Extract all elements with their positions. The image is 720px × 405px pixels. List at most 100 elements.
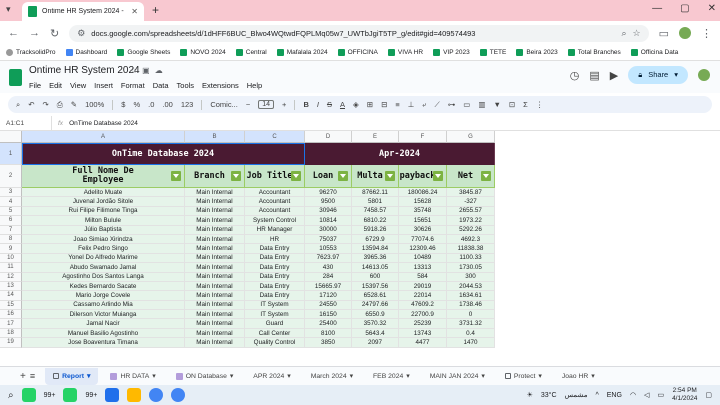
all-sheets-icon[interactable]: ≡ [30, 371, 35, 381]
bookmark-item[interactable]: TracksolidPro [6, 49, 56, 56]
cell-loan[interactable]: 24550 [305, 300, 352, 311]
row-header[interactable]: 2 [0, 165, 22, 188]
insert-comment-icon[interactable]: ▭ [463, 100, 470, 109]
row-header[interactable]: 8 [0, 234, 22, 245]
cell-branch[interactable]: Main Internal [185, 225, 245, 235]
row-header[interactable]: 14 [0, 291, 22, 301]
filter-dropdown-icon[interactable] [433, 171, 443, 181]
menu-edit[interactable]: Edit [49, 81, 62, 90]
filter-dropdown-icon[interactable] [338, 171, 348, 181]
chrome-icon[interactable] [149, 388, 164, 402]
bold-icon[interactable]: B [303, 100, 308, 109]
cell-loan[interactable]: 9500 [305, 197, 352, 207]
menu-data[interactable]: Data [153, 81, 169, 90]
filter-views-icon[interactable]: ⊡ [509, 100, 515, 109]
row-header[interactable]: 5 [0, 206, 22, 217]
filter-dropdown-icon[interactable] [171, 171, 181, 181]
filter-dropdown-icon[interactable] [291, 171, 301, 181]
cell-multa[interactable]: 87662.11 [352, 188, 399, 198]
cell-job-title[interactable]: Data Entry [245, 272, 305, 282]
cell-multa[interactable]: 6528.61 [352, 291, 399, 301]
sheets-logo-icon[interactable] [9, 69, 22, 86]
cell-full-name[interactable]: Milton Bulule [22, 216, 185, 226]
fill-color-icon[interactable]: ◈ [353, 100, 359, 109]
cell-payback[interactable]: 12309.46 [399, 244, 447, 254]
cell-full-name[interactable]: Mario Jorge Covele [22, 291, 185, 301]
share-button[interactable]: 🔒︎ Share ▾ [628, 66, 688, 84]
cell-net[interactable]: 0.4 [447, 328, 495, 339]
currency-format-button[interactable]: $ [121, 100, 125, 109]
cell-full-name[interactable]: Manuel Basilio Agostinho [22, 328, 185, 339]
menu-tools[interactable]: Tools [177, 81, 195, 90]
menu-format[interactable]: Format [121, 81, 145, 90]
cell-loan[interactable]: 10814 [305, 216, 352, 226]
minimize-icon[interactable]: — [652, 3, 662, 14]
cell-multa[interactable]: 6729.9 [352, 234, 399, 245]
filter-dropdown-icon[interactable] [385, 171, 395, 181]
bookmark-item[interactable]: Total Branches [567, 49, 621, 56]
forward-icon[interactable]: → [29, 27, 40, 39]
cell-job-title[interactable]: Data Entry [245, 263, 305, 273]
cell-multa[interactable]: 3570.32 [352, 319, 399, 329]
cell-branch[interactable]: Main Internal [185, 188, 245, 198]
sheet-tab-on-database[interactable]: ON Database ▾ [168, 368, 242, 385]
cell-full-name[interactable]: Kedes Bernardo Sacate [22, 281, 185, 292]
browser-tab[interactable]: Ontime HR System 2024 - Goo ✕ [22, 2, 144, 21]
align-vertical-icon[interactable]: ⊥ [408, 100, 415, 109]
cell-loan[interactable]: 30000 [305, 225, 352, 235]
cell-branch[interactable]: Main Internal [185, 338, 245, 348]
clock[interactable]: 2:54 PM 4/1/2024 [672, 387, 697, 403]
move-folder-icon[interactable]: ▣ [142, 66, 150, 75]
cell-branch[interactable]: Main Internal [185, 263, 245, 273]
cell-full-name[interactable]: Joao Simiao Xirindza [22, 234, 185, 245]
row-header[interactable]: 10 [0, 253, 22, 264]
cell-payback[interactable]: 35748 [399, 206, 447, 217]
cell-branch[interactable]: Main Internal [185, 216, 245, 226]
insert-chart-icon[interactable]: ▥ [478, 100, 485, 109]
more-toolbar-icon[interactable]: ⋮ [536, 100, 544, 109]
sheet-tab-march-2024[interactable]: March 2024 ▾ [303, 368, 361, 385]
cell-multa[interactable]: 5643.4 [352, 328, 399, 339]
header-loan[interactable]: Loan [305, 165, 352, 188]
row-header[interactable]: 15 [0, 300, 22, 311]
sheet-tab-hr-data[interactable]: HR DATA ▾ [102, 368, 163, 385]
cell-full-name[interactable]: Cassamo Arlindo Mia [22, 300, 185, 311]
wifi-icon[interactable]: ◠ [630, 391, 636, 399]
cell-payback[interactable]: 29019 [399, 281, 447, 292]
row-header[interactable]: 16 [0, 310, 22, 320]
insert-link-icon[interactable]: ⊶ [448, 100, 456, 109]
cell-payback[interactable]: 180086.24 [399, 188, 447, 198]
cell-full-name[interactable]: Jose Boaventura Timana [22, 338, 185, 348]
cell-multa[interactable]: 7458.57 [352, 206, 399, 217]
bookmark-item[interactable]: Officina Data [630, 49, 678, 56]
cell-payback[interactable]: 4477 [399, 338, 447, 348]
cell-branch[interactable]: Main Internal [185, 310, 245, 320]
cell-branch[interactable]: Main Internal [185, 272, 245, 282]
cell-branch[interactable]: Main Internal [185, 253, 245, 264]
redo-icon[interactable]: ↷ [43, 100, 49, 109]
outlook-icon[interactable] [105, 388, 120, 402]
cell-full-name[interactable]: Abudo Swamado Jamal [22, 263, 185, 273]
font-size-increase-icon[interactable]: + [282, 100, 286, 109]
bookmark-item[interactable]: NOVO 2024 [180, 49, 226, 56]
cell-multa[interactable]: 5801 [352, 197, 399, 207]
meet-icon[interactable]: ▶ [610, 69, 618, 82]
bookmark-item[interactable]: VIP 2023 [433, 49, 470, 56]
cell-payback[interactable]: 13313 [399, 263, 447, 273]
bookmark-star-icon[interactable]: ☆ [633, 28, 641, 39]
cell-multa[interactable]: 2097 [352, 338, 399, 348]
column-header-g[interactable]: G [447, 131, 495, 143]
cell-payback[interactable]: 15651 [399, 216, 447, 226]
cell-net[interactable]: 2655.57 [447, 206, 495, 217]
row-header[interactable]: 18 [0, 328, 22, 339]
cell-payback[interactable]: 22014 [399, 291, 447, 301]
row-header[interactable]: 7 [0, 225, 22, 235]
more-formats-button[interactable]: 123 [181, 100, 194, 109]
row-header[interactable]: 3 [0, 188, 22, 198]
sheet-tab-protect[interactable]: Protect ▾ [497, 368, 550, 385]
doc-title[interactable]: Ontime HR System 2024 [29, 65, 140, 76]
row-header[interactable]: 13 [0, 281, 22, 292]
header-net[interactable]: Net [447, 165, 495, 188]
cell-loan[interactable]: 10553 [305, 244, 352, 254]
cell-job-title[interactable]: IT System [245, 310, 305, 320]
